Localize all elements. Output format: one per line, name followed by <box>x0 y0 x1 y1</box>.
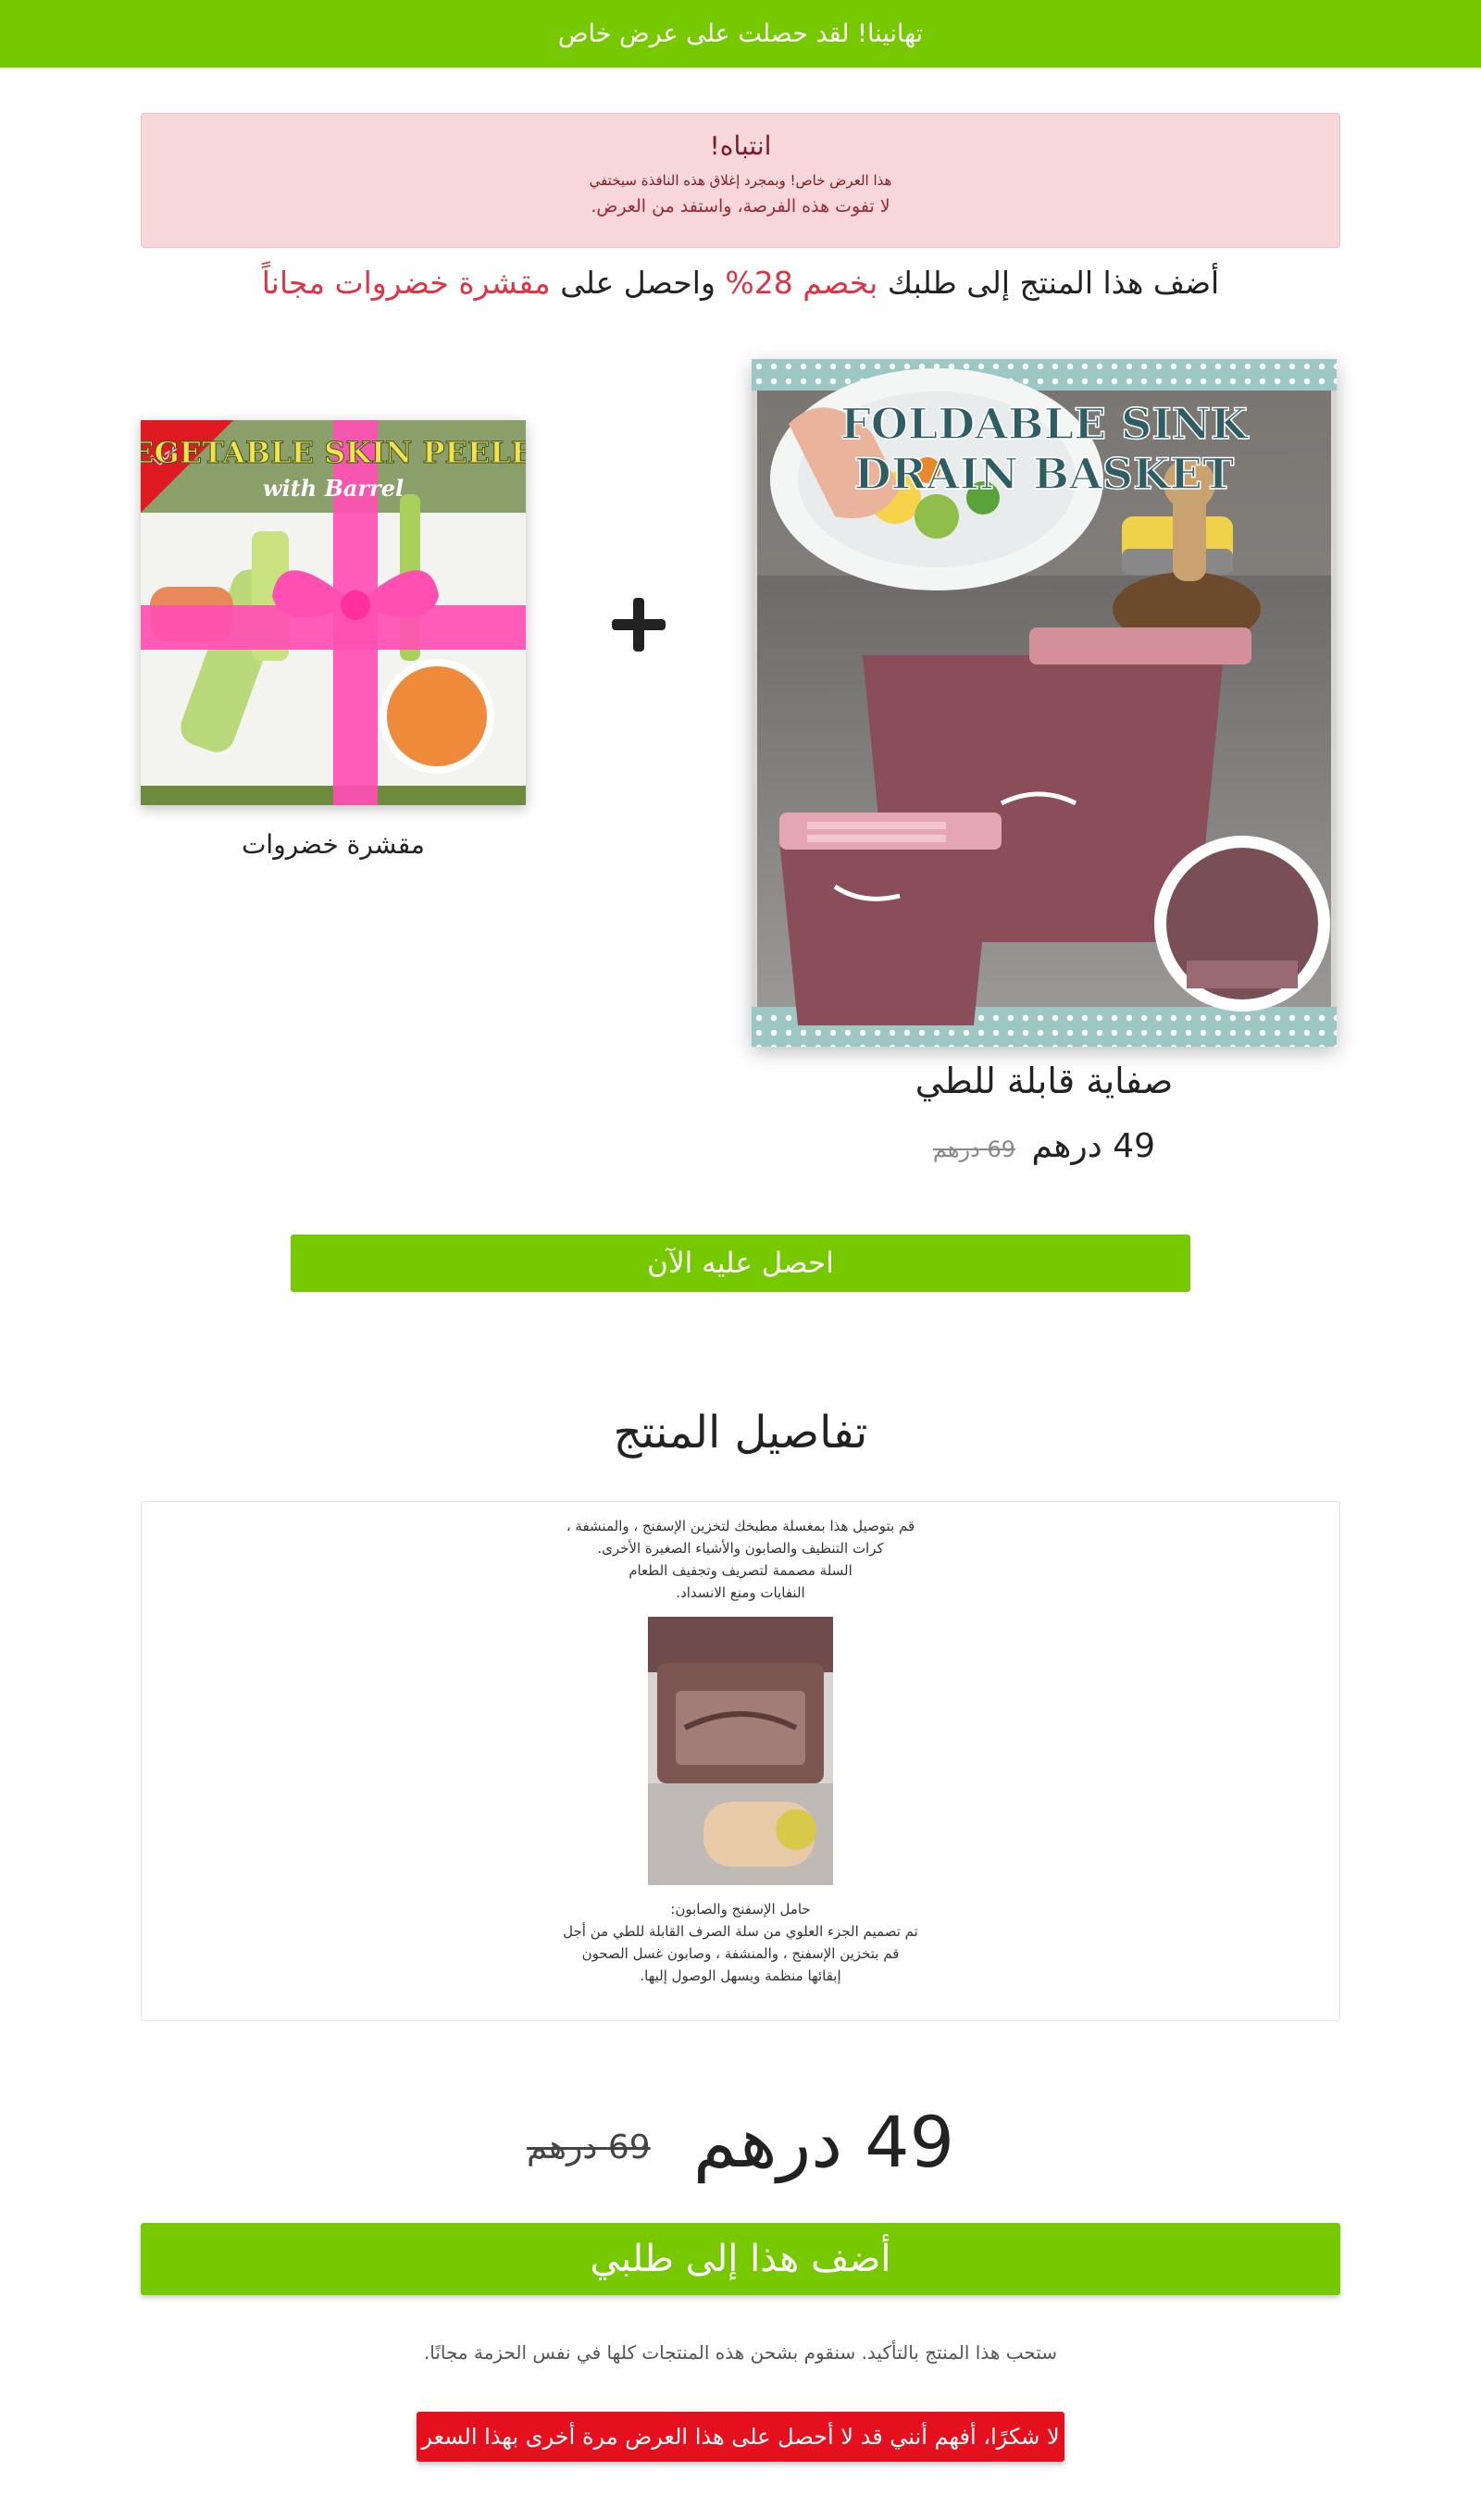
details-top-line: السلة مصممة لتصريف وتجفيف الطعام <box>628 1562 853 1579</box>
offer-price: 49 درهم 69 درهم <box>0 2101 1481 2183</box>
main-product-price-row: 49 درهم 69 درهم <box>752 1127 1337 1165</box>
details-top-line: كرات التنظيف والصابون والأشياء الصغيرة ا… <box>597 1540 884 1557</box>
details-bottom-line: تم تصميم الجزء العلوي من سلة الصرف القاب… <box>563 1923 918 1940</box>
main-image-title-line1: FOLDABLE SINK <box>840 399 1250 449</box>
offer-old-price: 69 درهم <box>527 2128 651 2166</box>
add-to-order-button[interactable]: أضف هذا إلى طلبي <box>141 2223 1340 2295</box>
product-details-box: قم بتوصيل هذا بمغسلة مطبخك لتخزين الإسفن… <box>141 1501 1340 2021</box>
get-it-now-button[interactable]: احصل عليه الآن <box>291 1235 1190 1292</box>
gift-product-image: مجاناً VEGETABLE SKIN PEELER with Barrel <box>141 420 526 805</box>
gift-image-title-line1: VEGETABLE SKIN PEELER <box>141 435 526 470</box>
top-banner-text: تهانينا! لقد حصلت على عرض خاص <box>557 19 924 48</box>
alert-line-1: هذا العرض خاص! وبمجرد إغلاق هذه النافذة … <box>589 172 892 189</box>
details-bottom-line: قم بتخزين الإسفنج ، والمنشفة ، وصابون غس… <box>581 1945 900 1962</box>
alert-line-2: لا تفوت هذه الفرصة، واستفد من العرض. <box>591 196 890 217</box>
gift-image-title-line2: with Barrel <box>263 475 404 502</box>
attention-alert: انتباه! هذا العرض خاص! وبمجرد إغلاق هذه … <box>141 113 1340 248</box>
main-product-old-price: 69 درهم <box>932 1136 1015 1162</box>
top-banner: تهانينا! لقد حصلت على عرض خاص <box>0 0 1481 68</box>
main-product-name: صفاية قابلة للطي <box>915 1061 1174 1101</box>
headline-part-2: واحصل على <box>550 265 726 301</box>
headline-gift: مقشرة خضروات مجاناً <box>261 265 551 301</box>
details-top-line: قم بتوصيل هذا بمغسلة مطبخك لتخزين الإسفن… <box>566 1518 915 1534</box>
details-product-photo <box>648 1617 833 1885</box>
details-text-top: قم بتوصيل هذا بمغسلة مطبخك لتخزين الإسفن… <box>142 1515 1339 1604</box>
details-title: تفاصيل المنتج <box>613 1407 868 1459</box>
offer-headline: أضف هذا المنتج إلى طلبك بخصم 28% واحصل ع… <box>0 265 1481 301</box>
details-bottom-line: حامل الإسفنج والصابون: <box>670 1901 811 1918</box>
offer-price-value: 49 درهم <box>692 2101 954 2183</box>
headline-part-1: أضف هذا المنتج إلى طلبك <box>877 265 1220 301</box>
shipping-note: ستحب هذا المنتج بالتأكيد. سنقوم بشحن هذه… <box>423 2341 1058 2364</box>
alert-title: انتباه! <box>709 130 772 161</box>
main-product-price: 49 درهم <box>1031 1127 1156 1165</box>
plus-icon <box>606 592 671 657</box>
main-image-title-line2: DRAIN BASKET <box>854 449 1234 499</box>
details-bottom-line: إبقائها منظمة ويسهل الوصول إليها. <box>640 1968 841 1984</box>
gift-product-name: مقشرة خضروات <box>242 829 425 860</box>
details-text-bottom: حامل الإسفنج والصابون: تم تصميم الجزء ال… <box>142 1898 1339 1987</box>
main-product-image: FOLDABLE SINK DRAIN BASKET <box>752 359 1337 1047</box>
decline-offer-button[interactable]: لا شكرًا، أفهم أنني قد لا أحصل على هذا ا… <box>417 2412 1064 2462</box>
details-top-line: النفايات ومنع الانسداد. <box>676 1584 805 1601</box>
headline-discount: بخصم 28% <box>725 265 878 301</box>
